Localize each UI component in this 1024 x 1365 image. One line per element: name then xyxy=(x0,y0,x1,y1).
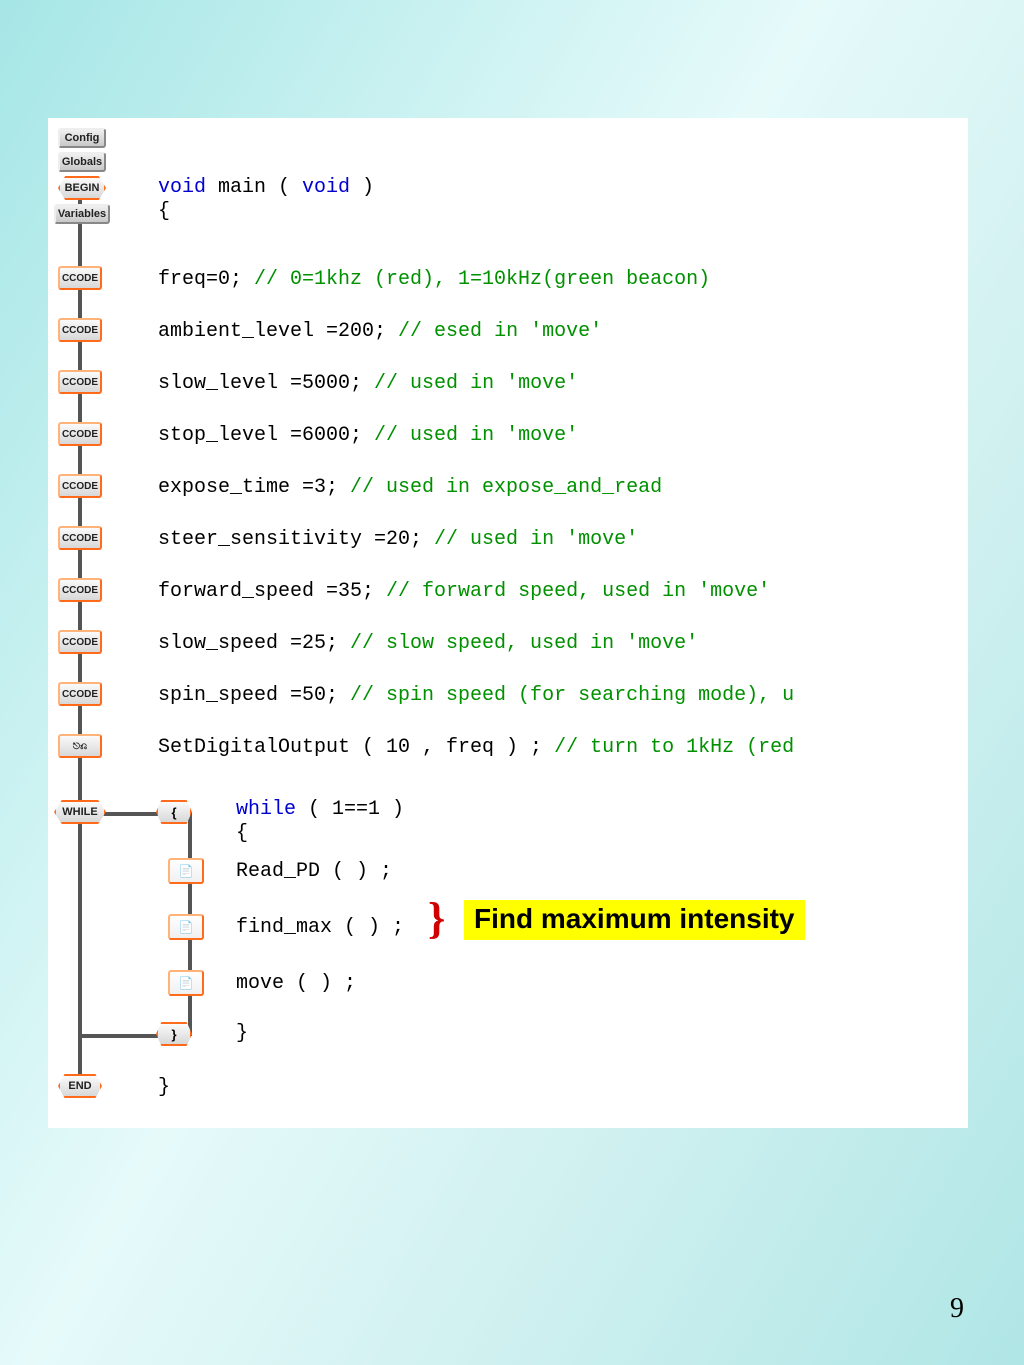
kw-void: void xyxy=(158,176,206,199)
callout-text: Find maximum intensity xyxy=(474,903,795,934)
ccode-label: CCODE xyxy=(62,533,98,544)
ccode-block[interactable]: CCODE xyxy=(58,630,102,654)
flow-line-vertical xyxy=(78,178,82,1078)
user-function-block[interactable]: 📄 xyxy=(168,914,204,940)
open-brace-glyph: { xyxy=(171,805,176,820)
globals-button[interactable]: Globals xyxy=(58,152,106,172)
config-button[interactable]: Config xyxy=(58,128,106,148)
while-label: WHILE xyxy=(62,806,97,818)
code-slowspeed: slow_speed =25; // slow speed, used in '… xyxy=(158,632,698,655)
txt-main-mid: main ( xyxy=(206,176,302,199)
ccode-block[interactable]: CCODE xyxy=(58,422,102,446)
txt-main-end: ) xyxy=(350,176,374,199)
txt-sdo: SetDigitalOutput ( 10 , freq ) ; xyxy=(158,736,554,759)
ccode-label: CCODE xyxy=(62,273,98,284)
txt-spin: spin_speed =50; xyxy=(158,684,350,707)
cm-sdo: // turn to 1kHz (red xyxy=(554,736,794,759)
code-fwd: forward_speed =35; // forward speed, use… xyxy=(158,580,770,603)
ccode-label: CCODE xyxy=(62,429,98,440)
end-block[interactable]: END xyxy=(58,1074,102,1098)
ccode-block[interactable]: CCODE xyxy=(58,370,102,394)
page-number: 9 xyxy=(950,1293,964,1325)
ccode-label: CCODE xyxy=(62,325,98,336)
txt-freq: freq=0; xyxy=(158,268,254,291)
code-freq: freq=0; // 0=1khz (red), 1=10kHz(green b… xyxy=(158,268,710,291)
txt-fwd: forward_speed =35; xyxy=(158,580,386,603)
end-label: END xyxy=(68,1080,91,1092)
code-while-open: { xyxy=(236,822,248,845)
ccode-block[interactable]: CCODE xyxy=(58,266,102,290)
ccode-block[interactable]: CCODE xyxy=(58,318,102,342)
user-function-block[interactable]: 📄 xyxy=(168,858,204,884)
cm-slowlevel: // used in 'move' xyxy=(374,372,578,395)
begin-block[interactable]: BEGIN xyxy=(58,176,106,200)
txt-while-cond: ( 1==1 ) xyxy=(296,798,404,821)
ccode-label: CCODE xyxy=(62,377,98,388)
digital-output-block[interactable]: ⎋⎌ xyxy=(58,734,102,758)
code-stoplevel: stop_level =6000; // used in 'move' xyxy=(158,424,578,447)
ccode-label: CCODE xyxy=(62,585,98,596)
cm-spin: // spin speed (for searching mode), u xyxy=(350,684,794,707)
close-brace-block[interactable]: } xyxy=(156,1022,192,1046)
variables-button[interactable]: Variables xyxy=(54,204,110,224)
ccode-label: CCODE xyxy=(62,481,98,492)
ccode-label: CCODE xyxy=(62,637,98,648)
ccode-block[interactable]: CCODE xyxy=(58,474,102,498)
code-line-main: void main ( void ) xyxy=(158,176,374,199)
cm-expose: // used in expose_and_read xyxy=(350,476,662,499)
open-brace-block[interactable]: { xyxy=(156,800,192,824)
code-findmax: find_max ( ) ; xyxy=(236,916,404,939)
code-sdo: SetDigitalOutput ( 10 , freq ) ; // turn… xyxy=(158,736,794,759)
bracket-icon: } xyxy=(428,893,445,944)
txt-steer: steer_sensitivity =20; xyxy=(158,528,434,551)
while-block[interactable]: WHILE xyxy=(54,800,106,824)
code-open-brace: { xyxy=(158,200,170,223)
variables-label: Variables xyxy=(58,208,106,220)
cm-ambient: // esed in 'move' xyxy=(398,320,602,343)
kw-while: while xyxy=(236,798,296,821)
callout-find-max: Find maximum intensity xyxy=(464,900,805,940)
close-brace-glyph: } xyxy=(171,1027,176,1042)
cm-freq: // 0=1khz (red), 1=10kHz(green beacon) xyxy=(254,268,710,291)
ccode-label: CCODE xyxy=(62,689,98,700)
code-close-brace: } xyxy=(158,1076,170,1099)
code-while: while ( 1==1 ) xyxy=(236,798,404,821)
config-label: Config xyxy=(65,132,100,144)
ccode-block[interactable]: CCODE xyxy=(58,578,102,602)
cm-fwd: // forward speed, used in 'move' xyxy=(386,580,770,603)
code-while-close: } xyxy=(236,1022,248,1045)
user-function-block[interactable]: 📄 xyxy=(168,970,204,996)
txt-slowlevel: slow_level =5000; xyxy=(158,372,374,395)
code-editor: Config Globals BEGIN Variables CCODE CCO… xyxy=(48,118,968,1128)
txt-ambient: ambient_level =200; xyxy=(158,320,398,343)
cm-slowspeed: // slow speed, used in 'move' xyxy=(350,632,698,655)
globals-label: Globals xyxy=(62,156,102,168)
code-slowlevel: slow_level =5000; // used in 'move' xyxy=(158,372,578,395)
txt-expose: expose_time =3; xyxy=(158,476,350,499)
code-move: move ( ) ; xyxy=(236,972,356,995)
txt-slowspeed: slow_speed =25; xyxy=(158,632,350,655)
code-ambient: ambient_level =200; // esed in 'move' xyxy=(158,320,602,343)
cm-steer: // used in 'move' xyxy=(434,528,638,551)
code-readpd: Read_PD ( ) ; xyxy=(236,860,392,883)
code-steer: steer_sensitivity =20; // used in 'move' xyxy=(158,528,638,551)
kw-void2: void xyxy=(302,176,350,199)
begin-label: BEGIN xyxy=(65,182,100,194)
code-expose: expose_time =3; // used in expose_and_re… xyxy=(158,476,662,499)
code-spin: spin_speed =50; // spin speed (for searc… xyxy=(158,684,794,707)
slide-page: Config Globals BEGIN Variables CCODE CCO… xyxy=(0,0,1024,1365)
ccode-block[interactable]: CCODE xyxy=(58,682,102,706)
txt-stoplevel: stop_level =6000; xyxy=(158,424,374,447)
ccode-block[interactable]: CCODE xyxy=(58,526,102,550)
cm-stoplevel: // used in 'move' xyxy=(374,424,578,447)
